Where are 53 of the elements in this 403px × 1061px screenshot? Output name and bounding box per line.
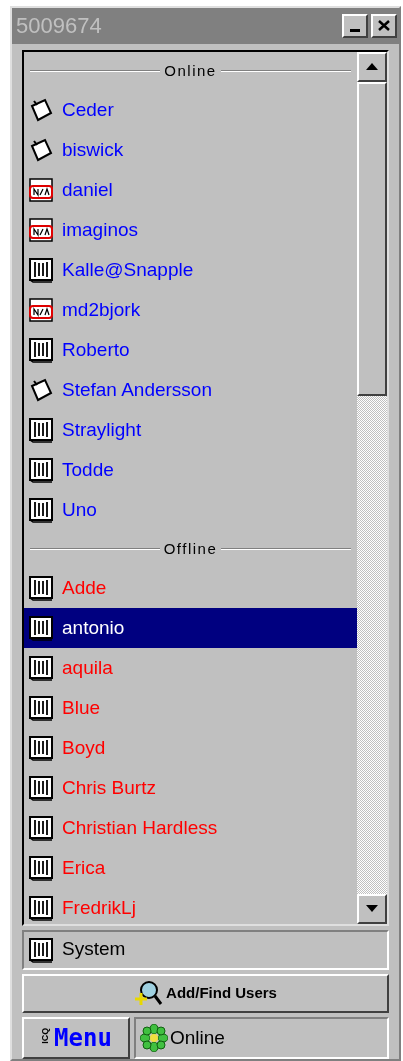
contact-item[interactable]: Roberto xyxy=(24,329,357,370)
pager-icon xyxy=(28,774,54,801)
note-icon xyxy=(28,96,54,123)
minimize-button[interactable] xyxy=(342,13,368,38)
contact-item[interactable]: imaginos xyxy=(24,209,357,250)
pager-icon xyxy=(28,416,54,443)
pager-icon xyxy=(28,456,54,483)
pager-icon xyxy=(28,894,54,921)
close-button[interactable] xyxy=(371,13,397,38)
pager-icon xyxy=(28,574,54,601)
pager-icon xyxy=(28,496,54,523)
unavailable-icon xyxy=(28,216,54,243)
minimize-icon xyxy=(350,28,360,32)
contact-item[interactable]: md2bjork xyxy=(24,289,357,330)
unavailable-icon xyxy=(28,176,54,203)
scroll-down-button[interactable] xyxy=(357,893,387,924)
contact-item[interactable]: Straylight xyxy=(24,409,357,450)
scroll-thumb[interactable] xyxy=(357,81,387,396)
pager-icon xyxy=(28,936,54,963)
group-header[interactable]: Online xyxy=(164,59,217,82)
note-icon xyxy=(28,136,54,163)
contact-item[interactable]: Uno xyxy=(24,489,357,530)
up-arrow-icon xyxy=(366,63,378,71)
pager-icon xyxy=(28,854,54,881)
window-title: 5009674 xyxy=(16,12,102,41)
contact-item[interactable]: biswick xyxy=(24,129,357,170)
contact-item[interactable]: Kalle@Snapple xyxy=(24,249,357,290)
contact-item[interactable]: Todde xyxy=(24,449,357,490)
pager-icon xyxy=(28,734,54,761)
close-icon xyxy=(378,20,390,32)
unavailable-icon xyxy=(28,296,54,323)
group-header[interactable]: Offline xyxy=(163,537,218,560)
pager-icon xyxy=(28,336,54,363)
system-item[interactable]: System xyxy=(22,929,389,970)
contact-item[interactable]: Ceder xyxy=(24,89,357,130)
contact-item[interactable]: Stefan Andersson xyxy=(24,369,357,410)
pager-icon xyxy=(28,694,54,721)
status-field[interactable]: Online xyxy=(134,1017,389,1059)
contact-item[interactable]: daniel xyxy=(24,169,357,210)
pager-icon xyxy=(28,654,54,681)
scroll-up-button[interactable] xyxy=(357,51,387,82)
pager-icon xyxy=(28,256,54,283)
scrollbar[interactable] xyxy=(357,51,387,924)
contact-item[interactable]: antonio xyxy=(24,607,357,648)
status-label: Online xyxy=(170,1025,225,1050)
menu-button[interactable]: ICQ Menu xyxy=(22,1017,130,1059)
flower-icon xyxy=(140,1024,168,1053)
magnifier-plus-icon xyxy=(134,979,165,1008)
pager-icon xyxy=(28,614,54,641)
add-find-users-button[interactable]: Add/Find Users xyxy=(22,973,389,1014)
note-icon xyxy=(28,376,54,403)
down-arrow-icon xyxy=(366,905,378,913)
pager-icon xyxy=(28,814,54,841)
